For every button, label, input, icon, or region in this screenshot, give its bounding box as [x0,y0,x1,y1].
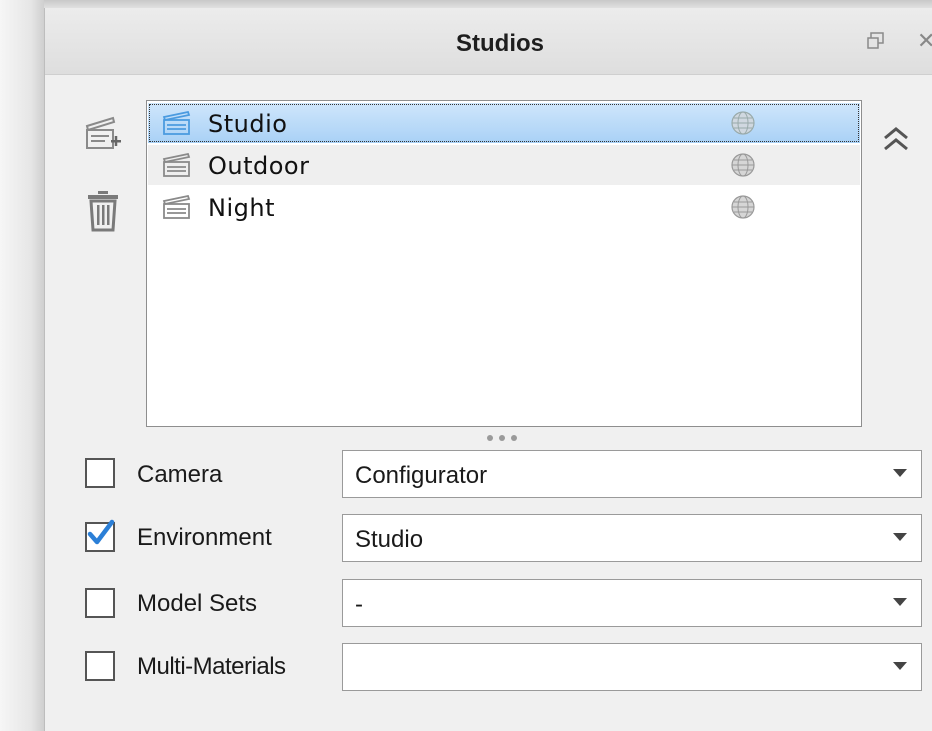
multi-materials-select[interactable] [342,643,922,691]
model-sets-checkbox[interactable] [85,588,115,618]
globe-icon [731,153,755,177]
add-studio-icon[interactable] [83,110,123,156]
close-icon[interactable]: ✕ [917,28,932,53]
camera-label: Camera [137,461,223,488]
environment-select-value: Studio [355,526,424,553]
list-item-label: Night [208,194,275,222]
window-shadow-left [0,0,44,731]
chevron-down-icon [893,662,907,670]
environment-checkbox[interactable] [85,519,115,552]
double-chevron-up-icon[interactable] [879,120,913,160]
camera-checkbox[interactable] [85,458,115,488]
studio-list[interactable]: Studio Outdoor Night [146,100,862,427]
model-sets-label: Model Sets [137,590,258,617]
clapperboard-icon [162,153,191,177]
trash-icon[interactable] [85,188,121,234]
studios-panel: Studios ✕ Studio Outdoor Night Camera Co… [44,8,932,731]
clapperboard-icon [162,195,191,219]
chevron-down-icon [893,469,907,477]
model-sets-select[interactable]: - [342,579,922,627]
clapperboard-icon [162,111,191,135]
list-item[interactable]: Outdoor [148,145,860,185]
list-item[interactable]: Studio [148,103,860,143]
multi-materials-label: Multi-Materials [137,653,286,680]
list-item-label: Outdoor [208,152,310,180]
checkmark-icon [87,519,115,545]
float-window-icon[interactable] [867,32,885,50]
chevron-down-icon [893,598,907,606]
list-item-label: Studio [208,110,288,138]
panel-titlebar[interactable]: Studios ✕ [45,8,932,75]
globe-icon [731,111,755,135]
multi-materials-checkbox[interactable] [85,651,115,681]
environment-label: Environment [137,524,272,551]
globe-icon [731,195,755,219]
panel-title: Studios [456,30,544,57]
environment-select[interactable]: Studio [342,514,922,562]
model-sets-select-value: - [355,591,363,618]
camera-select-value: Configurator [355,462,488,489]
camera-select[interactable]: Configurator [342,450,922,498]
chevron-down-icon [893,533,907,541]
list-item[interactable]: Night [148,187,860,227]
splitter-handle[interactable] [482,432,522,444]
